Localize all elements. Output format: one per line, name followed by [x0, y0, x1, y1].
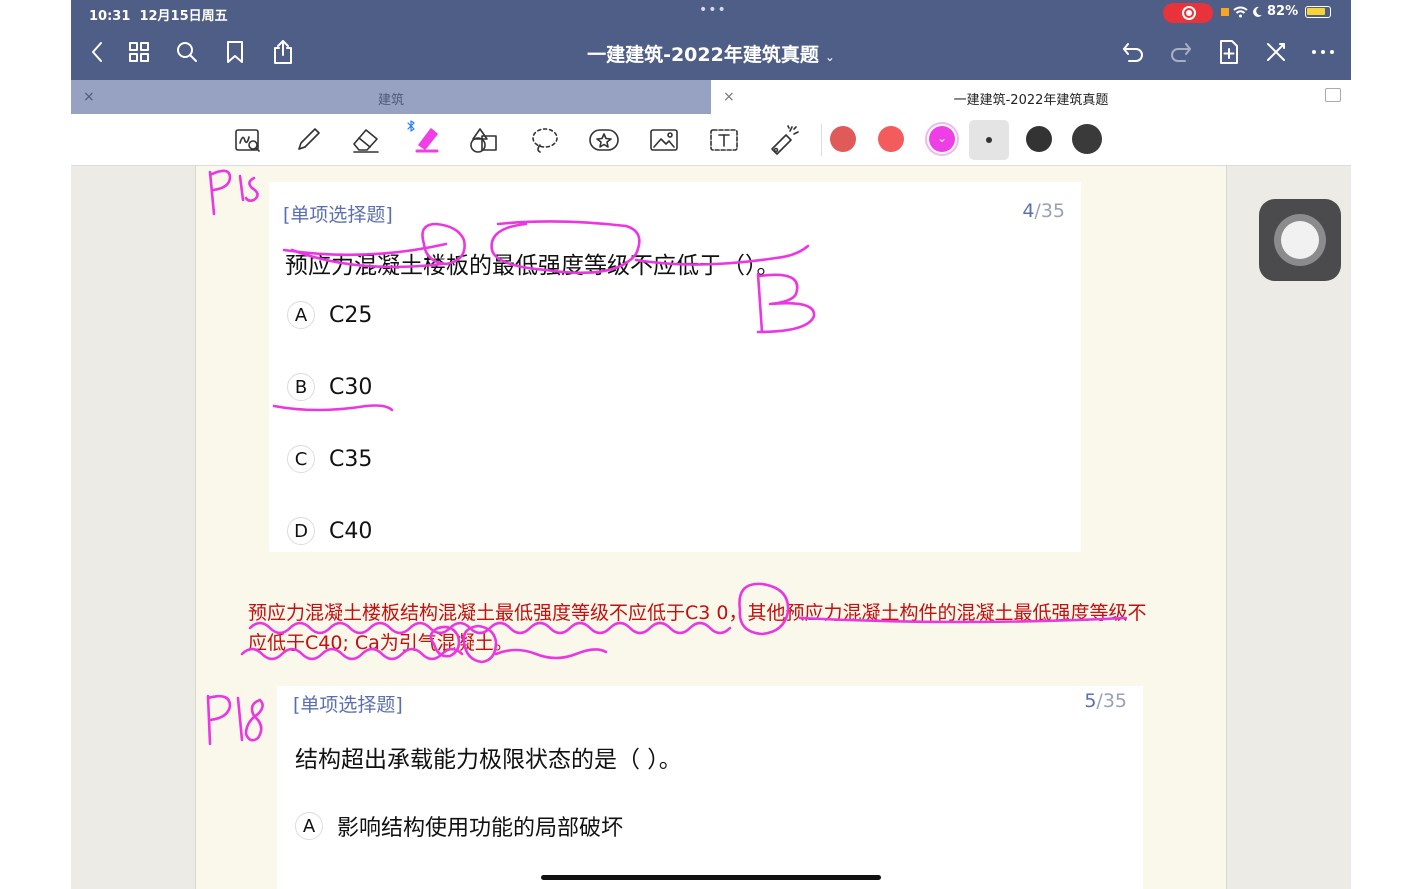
top-bar: 10:31 12月15日周五 ••• 82% 一建建筑-2022年建筑真题 ⌄	[71, 0, 1351, 80]
star-sticker-icon	[589, 129, 619, 151]
tab-2022-exam[interactable]: × 一建建筑-2022年建筑真题	[711, 80, 1351, 114]
add-page-button[interactable]	[1215, 38, 1243, 66]
color-swatch-dark-gray[interactable]	[1026, 126, 1052, 152]
text-tool[interactable]	[707, 124, 741, 156]
option-text: C25	[329, 302, 373, 328]
mic-indicator-icon	[1221, 7, 1229, 16]
option-b[interactable]: B C30	[287, 373, 372, 401]
tab-bar: × 建筑 × 一建建筑-2022年建筑真题	[71, 80, 1351, 114]
question-type-label: [单项选择题]	[283, 204, 393, 226]
app-window: 10:31 12月15日周五 ••• 82% 一建建筑-2022年建筑真题⌄	[71, 0, 1351, 889]
color-swatch-coral[interactable]	[878, 126, 904, 152]
redo-button[interactable]	[1167, 38, 1195, 66]
close-toolbar-button[interactable]	[1262, 38, 1290, 66]
record-icon	[1182, 6, 1196, 20]
image-icon	[650, 129, 678, 151]
option-letter: B	[287, 373, 315, 401]
pen-tool[interactable]	[291, 124, 325, 156]
question-card-4: [单项选择题] 4/35 预应力混凝土楼板的最低强度等级不应低于（）。 A C2…	[269, 182, 1081, 552]
color-swatch-black[interactable]	[1072, 124, 1102, 154]
question-type-label: [单项选择题]	[293, 694, 403, 716]
redo-icon	[1171, 43, 1191, 62]
ink-p15-label	[208, 169, 259, 216]
status-time: 10:31 12月15日周五	[89, 9, 228, 24]
text-box-icon	[710, 129, 738, 151]
moon-icon	[1253, 6, 1262, 17]
assistive-touch-button[interactable]	[1259, 199, 1341, 281]
option-text: C40	[329, 518, 373, 544]
pen-close-icon	[1267, 43, 1285, 61]
lasso-icon	[532, 128, 558, 153]
question-card-5: [单项选择题] 5/35 结构超出承载能力极限状态的是（ ）。 A 影响结构使用…	[277, 686, 1143, 889]
stroke-size-small[interactable]	[969, 120, 1009, 160]
option-letter: D	[287, 517, 315, 545]
highlighter-tool[interactable]	[407, 120, 443, 156]
question-number: 4/35	[1022, 200, 1065, 222]
tab-jianzhu[interactable]: × 建筑	[71, 80, 711, 114]
laser-pointer-tool[interactable]	[767, 124, 801, 156]
bluetooth-icon	[407, 120, 415, 132]
option-text: C30	[329, 374, 373, 400]
zoom-window-icon	[235, 129, 260, 152]
tab-label: 建筑	[377, 93, 404, 108]
zoom-write-tool[interactable]	[231, 124, 265, 156]
highlighter-icon	[415, 128, 439, 153]
multitask-dots[interactable]: •••	[699, 2, 727, 18]
sidebar-toggle-icon[interactable]	[1325, 88, 1341, 102]
pen-icon	[298, 128, 320, 150]
undo-button[interactable]	[1119, 38, 1147, 66]
add-page-icon	[1220, 40, 1238, 64]
answer-explanation: 预应力混凝土楼板结构混凝土最低强度等级不应低于C3 0，其他预应力混凝土构件的混…	[248, 602, 1147, 654]
option-text: C35	[329, 446, 373, 472]
question-text: 结构超出承载能力极限状态的是（ ）。	[295, 747, 682, 773]
sticker-tool[interactable]	[587, 124, 621, 156]
question-text: 预应力混凝土楼板的最低强度等级不应低于（）。	[285, 253, 780, 279]
drawing-toolbar: ⌄	[71, 114, 1351, 166]
color-swatch-red[interactable]	[830, 126, 856, 152]
status-icons: 82%	[1221, 4, 1332, 19]
battery-icon	[1305, 5, 1332, 18]
lasso-tool[interactable]	[528, 124, 562, 156]
screen-record-indicator[interactable]	[1163, 3, 1213, 23]
option-letter: A	[287, 301, 315, 329]
document-title[interactable]: 一建建筑-2022年建筑真题 ⌄	[71, 40, 1351, 67]
home-indicator[interactable]	[541, 875, 881, 880]
eraser-icon	[353, 129, 379, 153]
more-icon	[1312, 50, 1334, 54]
document-page[interactable]: [单项选择题] 4/35 预应力混凝土楼板的最低强度等级不应低于（）。 A C2…	[195, 166, 1227, 889]
image-tool[interactable]	[647, 124, 681, 156]
shapes-icon	[470, 128, 497, 153]
question-number: 5/35	[1084, 690, 1127, 712]
more-button[interactable]	[1309, 38, 1337, 66]
eraser-tool[interactable]	[349, 124, 383, 156]
option-letter: C	[287, 445, 315, 473]
undo-icon	[1123, 43, 1143, 62]
option-d[interactable]: D C40	[287, 517, 372, 545]
option-a[interactable]: A 影响结构使用功能的局部破坏	[295, 810, 623, 842]
tab-label: 一建建筑-2022年建筑真题	[953, 93, 1109, 108]
shape-tool[interactable]	[467, 124, 501, 156]
wifi-icon	[1233, 6, 1248, 17]
battery-percent: 82%	[1267, 4, 1299, 19]
option-text: 影响结构使用功能的局部破坏	[337, 816, 624, 841]
option-letter: A	[295, 812, 323, 840]
chevron-down-icon: ⌄	[824, 50, 835, 64]
ink-p18-label	[206, 694, 264, 746]
option-c[interactable]: C C35	[287, 445, 372, 473]
assistive-touch-icon	[1281, 221, 1319, 259]
color-swatch-magenta[interactable]: ⌄	[929, 126, 955, 152]
laser-pointer-icon	[771, 125, 799, 155]
toolbar-divider	[821, 124, 822, 156]
option-a[interactable]: A C25	[287, 301, 372, 329]
checkmark-icon: ⌄	[936, 131, 948, 145]
